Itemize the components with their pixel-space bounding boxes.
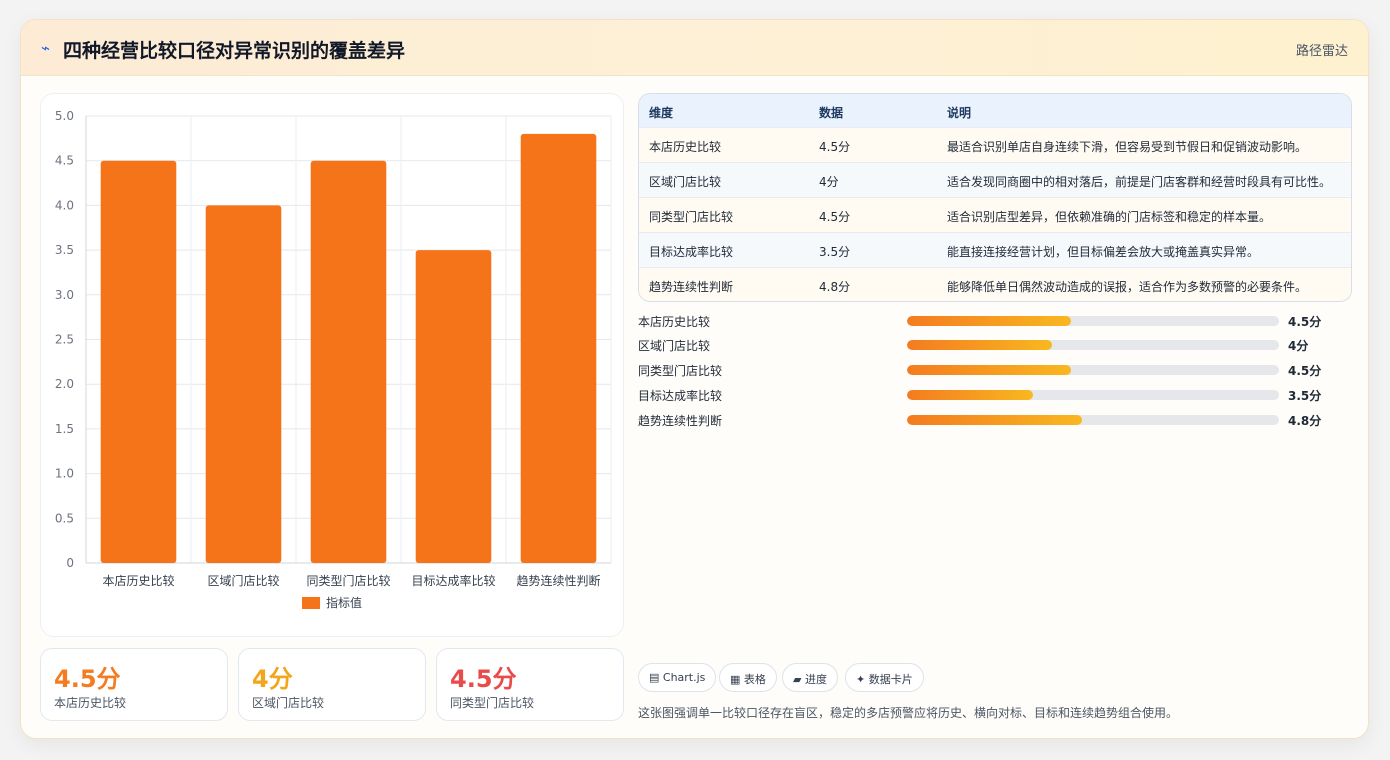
progress-fill [907, 415, 1082, 425]
progress-track [907, 340, 1279, 350]
stat-card-1: 4.5分 本店历史比较 [40, 648, 228, 721]
y-tick-label: 4.0 [55, 198, 74, 212]
y-tick-label: 1.5 [55, 422, 74, 436]
bar [310, 160, 387, 563]
progress-fill [907, 316, 1071, 326]
progress-track [907, 390, 1279, 400]
table-row: 区域门店比较 4分 适合发现同商圈中的相对落后，前提是门店客群和经营时段具有可比… [639, 162, 1351, 197]
bolt-icon: ⌁ [41, 39, 51, 57]
y-tick-label: 0 [66, 556, 74, 570]
y-tick-label: 2.0 [55, 377, 74, 391]
main-card: ⌁ 四种经营比较口径对异常识别的覆盖差异 路径雷达 0 0.5 1.0 1.5 2.0 2… [20, 19, 1369, 739]
progress-label: 目标达成率比较 [638, 389, 723, 403]
stat-card-2: 4分 区域门店比较 [238, 648, 426, 721]
progress-value: 4分 [1288, 339, 1309, 353]
table-header-cell: 数据 [819, 106, 844, 120]
chip-data-card[interactable]: ✦ 数据卡片 [845, 663, 924, 692]
table-cell: 能直接连接经营计划，但目标偏差会放大或掩盖真实异常。 [947, 245, 1260, 259]
y-tick-label: 1.0 [55, 467, 74, 481]
header-tag[interactable]: 路径雷达 [1296, 40, 1348, 59]
bar [415, 250, 492, 563]
progress-row: 区域门店比较 4分 [638, 336, 1338, 354]
y-tick-label: 3.0 [55, 288, 74, 302]
stat-value: 4.5分 [54, 665, 121, 693]
progress-label: 本店历史比较 [638, 315, 711, 329]
y-tick-label: 0.5 [55, 511, 74, 525]
x-tick-label: 区域门店比较 [207, 573, 279, 588]
bar-chart: 0 0.5 1.0 1.5 2.0 2.5 3.0 3.5 4.0 4.5 5.0 本店历史比较 区域门… [40, 93, 624, 637]
bar [205, 205, 282, 563]
chip-table[interactable]: ▦ 表格 [719, 663, 777, 692]
table-cell: 适合发现同商圈中的相对落后，前提是门店客群和经营时段具有可比性。 [947, 175, 1332, 189]
stat-label: 本店历史比较 [54, 696, 127, 710]
progress-row: 同类型门店比较 4.5分 [638, 361, 1338, 379]
bar [100, 160, 177, 563]
table-cell: 4.8分 [819, 280, 851, 294]
progress-value: 3.5分 [1288, 389, 1322, 403]
table-cell: 4.5分 [819, 210, 851, 224]
progress-label: 同类型门店比较 [638, 364, 723, 378]
progress-value: 4.8分 [1288, 414, 1322, 428]
progress-fill [907, 340, 1053, 350]
progress-value: 4.5分 [1288, 315, 1322, 329]
stat-value: 4分 [252, 665, 293, 693]
table-cell: 本店历史比较 [649, 140, 722, 154]
progress-fill [907, 390, 1034, 400]
data-table: 维度 数据 说明 本店历史比较 4.5分 最适合识别单店自身连续下滑，但容易受到… [638, 93, 1352, 302]
table-cell: 最适合识别单店自身连续下滑，但容易受到节假日和促销波动影响。 [947, 140, 1308, 154]
progress-value: 4.5分 [1288, 364, 1322, 378]
progress-row: 趋势连续性判断 4.8分 [638, 411, 1338, 429]
page-title: 四种经营比较口径对异常识别的覆盖差异 [63, 40, 406, 62]
x-tick-label: 目标达成率比较 [411, 573, 495, 588]
table-header-row: 维度 数据 说明 [639, 94, 1351, 127]
legend-swatch [302, 597, 320, 609]
progress-track [907, 415, 1279, 425]
table-row: 本店历史比较 4.5分 最适合识别单店自身连续下滑，但容易受到节假日和促销波动影… [639, 127, 1351, 162]
progress-row: 本店历史比较 4.5分 [638, 312, 1338, 330]
table-cell: 趋势连续性判断 [649, 280, 734, 294]
table-cell: 同类型门店比较 [649, 210, 734, 224]
table-cell: 区域门店比较 [649, 175, 722, 189]
y-tick-label: 2.5 [55, 333, 74, 347]
table-cell: 3.5分 [819, 245, 851, 259]
table-cell: 4分 [819, 175, 839, 189]
y-tick-label: 4.5 [55, 154, 74, 168]
stat-card-3: 4.5分 同类型门店比较 [436, 648, 624, 721]
table-row: 趋势连续性判断 4.8分 能够降低单日偶然波动造成的误报，适合作为多数预警的必要… [639, 267, 1351, 301]
x-tick-label: 本店历史比较 [102, 573, 174, 588]
table-cell: 目标达成率比较 [649, 245, 734, 259]
chip-chartjs[interactable]: ▤ Chart.js [638, 663, 717, 692]
table-cell: 适合识别店型差异，但依赖准确的门店标签和稳定的样本量。 [947, 210, 1272, 224]
table-row: 同类型门店比较 4.5分 适合识别店型差异，但依赖准确的门店标签和稳定的样本量。 [639, 197, 1351, 232]
table-cell: 能够降低单日偶然波动造成的误报，适合作为多数预警的必要条件。 [947, 280, 1308, 294]
progress-track [907, 316, 1279, 326]
progress-track [907, 365, 1279, 375]
stat-label: 同类型门店比较 [450, 696, 535, 710]
footer-note: 这张图强调单一比较口径存在盲区，稳定的多店预警应将历史、横向对标、目标和连续趋势… [638, 706, 1179, 720]
progress-label: 区域门店比较 [638, 339, 711, 353]
bar-chart-svg: 0 0.5 1.0 1.5 2.0 2.5 3.0 3.5 4.0 4.5 5.0 本店历史比较 区域门… [55, 109, 612, 610]
stat-value: 4.5分 [450, 665, 517, 693]
y-tick-label: 3.5 [55, 243, 74, 257]
table-cell: 4.5分 [819, 140, 851, 154]
bar [520, 133, 597, 563]
x-tick-label: 趋势连续性判断 [516, 573, 600, 588]
y-tick-label: 5.0 [55, 109, 74, 123]
header: ⌁ 四种经营比较口径对异常识别的覆盖差异 路径雷达 [21, 20, 1368, 76]
progress-label: 趋势连续性判断 [638, 414, 723, 428]
x-tick-label: 同类型门店比较 [306, 573, 390, 588]
table-row: 目标达成率比较 3.5分 能直接连接经营计划，但目标偏差会放大或掩盖真实异常。 [639, 232, 1351, 267]
chip-progress[interactable]: ▰ 进度 [782, 663, 838, 692]
stat-label: 区域门店比较 [252, 696, 325, 710]
progress-row: 目标达成率比较 3.5分 [638, 386, 1338, 404]
legend-label: 指标值 [326, 595, 362, 610]
table-header-cell: 说明 [947, 106, 972, 120]
progress-fill [907, 365, 1071, 375]
table-header-cell: 维度 [649, 106, 674, 120]
